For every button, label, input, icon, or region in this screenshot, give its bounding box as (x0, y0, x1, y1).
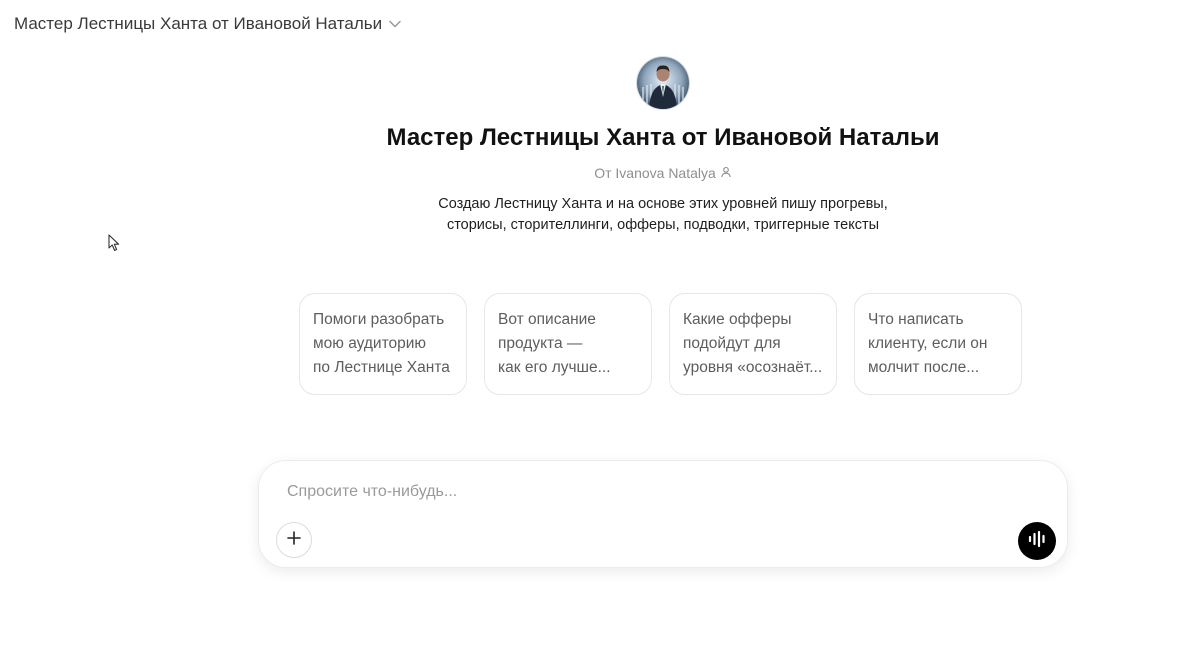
description-line-1: Создаю Лестницу Ханта и на основе этих у… (438, 196, 888, 212)
gpt-chat-page: Мастер Лестницы Ханта от Ивановой Наталь… (0, 0, 1200, 659)
message-composer (258, 460, 1068, 568)
description-line-2: сторисы, сторителлинги, офферы, подводки… (446, 217, 880, 233)
chevron-down-icon (388, 17, 402, 31)
conversation-starters: Помоги разобрать мою аудиторию по Лестни… (299, 293, 1022, 395)
starter-text: клиенту, если он (868, 335, 988, 352)
author-text: От Ivanova Natalya (594, 165, 716, 181)
starter-card-3[interactable]: Какие офферы подойдут для уровня «осозна… (669, 293, 837, 395)
voice-mode-button[interactable] (1018, 522, 1056, 560)
header-title-text: Мастер Лестницы Ханта от Ивановой Наталь… (14, 14, 383, 33)
voice-waveform-icon (1027, 530, 1047, 553)
starter-text: продукта — (498, 335, 583, 352)
starter-text: как его лучше... (498, 359, 611, 376)
starter-text: Вот описание (498, 311, 596, 328)
starter-card-4[interactable]: Что написать клиенту, если он молчит пос… (854, 293, 1022, 395)
starter-text: уровня «осознаёт... (683, 359, 823, 376)
starter-text: мою аудиторию (313, 335, 427, 352)
add-attachment-button[interactable] (276, 522, 312, 558)
starter-text: молчит после... (868, 359, 980, 376)
starter-card-2[interactable]: Вот описание продукта — как его лучше... (484, 293, 652, 395)
gpt-avatar (637, 57, 689, 109)
gpt-author: От Ivanova Natalya (0, 165, 1200, 181)
person-icon (720, 165, 732, 181)
gpt-title-dropdown[interactable]: Мастер Лестницы Ханта от Ивановой Наталь… (14, 14, 402, 34)
gpt-description: Создаю Лестницу Ханта и на основе этих у… (0, 194, 1200, 236)
starter-card-1[interactable]: Помоги разобрать мою аудиторию по Лестни… (299, 293, 467, 395)
starter-text: Что написать (868, 311, 964, 328)
starter-text: Помоги разобрать (313, 311, 445, 328)
starter-text: подойдут для (683, 335, 781, 352)
plus-icon (286, 530, 302, 551)
starter-text: по Лестнице Ханта (313, 359, 450, 376)
mouse-cursor-icon (108, 234, 122, 252)
prompt-input[interactable] (285, 479, 989, 505)
starter-text: Какие офферы (683, 311, 792, 328)
gpt-name-heading: Мастер Лестницы Ханта от Ивановой Наталь… (386, 124, 940, 151)
